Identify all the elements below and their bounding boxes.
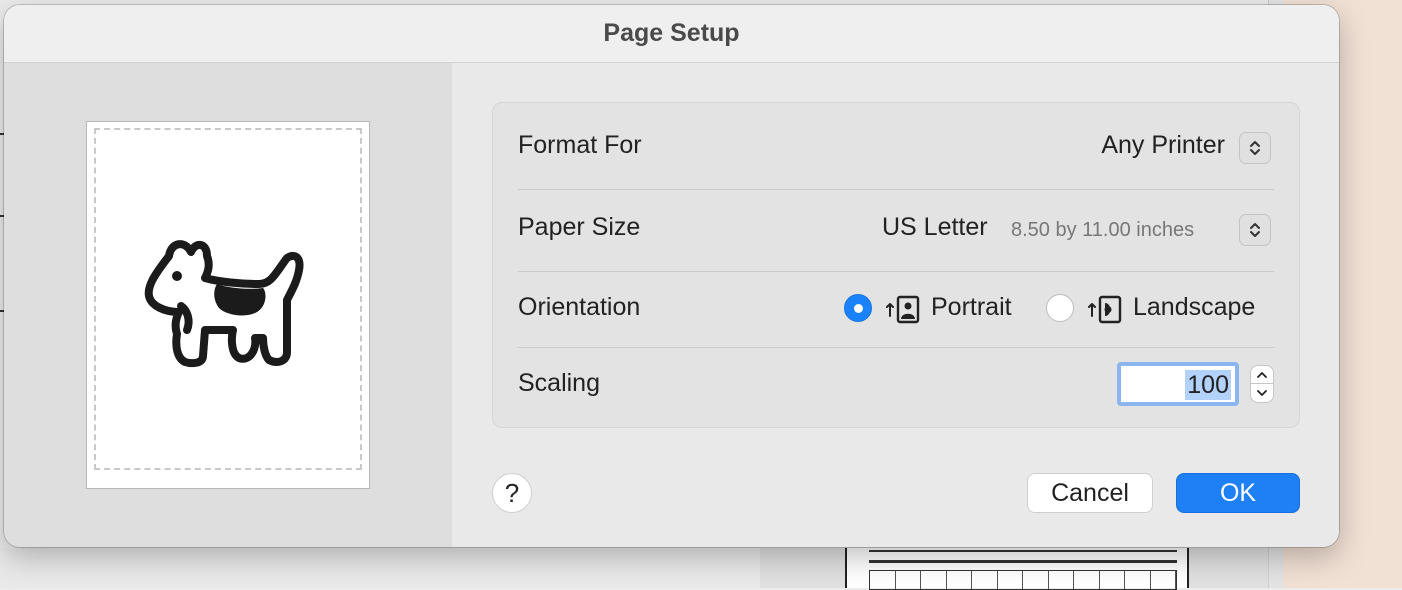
format-for-popup-chevrons-icon[interactable] <box>1239 132 1271 164</box>
paper-size-popup[interactable]: US Letter <box>882 213 988 242</box>
paper-size-label: Paper Size <box>518 213 641 241</box>
settings-group: Format For Any Printer Paper Size US Let… <box>492 102 1300 428</box>
title-bar: Page Setup <box>4 5 1339 63</box>
scaling-value[interactable]: 100 <box>1185 370 1231 400</box>
chevron-up-icon[interactable] <box>1250 365 1274 384</box>
settings-content: Format For Any Printer Paper Size US Let… <box>452 63 1339 547</box>
paper-preview <box>86 121 370 489</box>
portrait-label[interactable]: Portrait <box>931 293 1012 322</box>
landscape-radio[interactable] <box>1046 294 1074 322</box>
page-setup-dialog: Page Setup Format For Any Printer Paper … <box>4 5 1339 547</box>
scaling-label: Scaling <box>518 369 600 397</box>
format-for-popup[interactable]: Any Printer <box>1101 131 1225 160</box>
ok-button[interactable]: OK <box>1176 473 1300 513</box>
portrait-orientation-icon <box>886 295 920 324</box>
format-for-label: Format For <box>518 131 642 159</box>
row-divider <box>518 271 1274 272</box>
landscape-label[interactable]: Landscape <box>1133 293 1255 322</box>
paper-size-popup-chevrons-icon[interactable] <box>1239 214 1271 246</box>
dialog-title: Page Setup <box>603 19 740 47</box>
help-button[interactable]: ? <box>492 473 532 513</box>
row-divider <box>518 189 1274 190</box>
cancel-button[interactable]: Cancel <box>1027 473 1153 513</box>
scaling-input[interactable]: 100 <box>1117 362 1239 406</box>
landscape-orientation-icon <box>1088 295 1122 324</box>
row-divider <box>518 347 1274 348</box>
scaling-stepper[interactable] <box>1250 365 1274 405</box>
chevron-down-icon[interactable] <box>1250 384 1274 403</box>
paper-size-dimensions: 8.50 by 11.00 inches <box>1011 219 1195 241</box>
background-document-thumbnail <box>845 548 1189 590</box>
page-preview-pane <box>4 63 452 547</box>
dogcow-icon <box>144 240 304 368</box>
orientation-label: Orientation <box>518 293 641 321</box>
portrait-radio[interactable] <box>844 294 872 322</box>
